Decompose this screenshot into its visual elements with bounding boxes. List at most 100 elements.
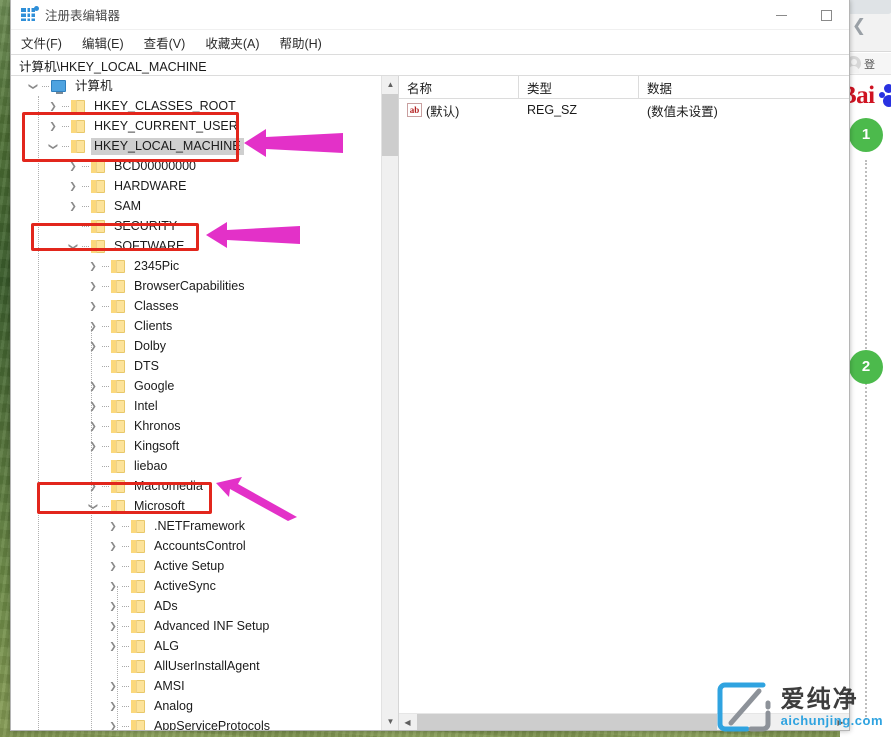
folder-icon bbox=[111, 440, 125, 453]
tree-connector bbox=[121, 576, 131, 596]
menu-item-help[interactable]: 帮助(H) bbox=[279, 33, 321, 52]
chevron-right-icon[interactable] bbox=[65, 176, 81, 196]
values-scrollbar-thumb[interactable] bbox=[417, 714, 717, 730]
tree-item-sam[interactable]: SAM bbox=[11, 196, 381, 216]
chevron-right-icon[interactable] bbox=[105, 556, 121, 576]
column-header-type[interactable]: 类型 bbox=[519, 76, 639, 99]
scroll-left-icon[interactable]: ◀ bbox=[399, 714, 416, 730]
menu-item-view[interactable]: 查看(V) bbox=[144, 33, 186, 52]
tree-item-software[interactable]: SOFTWARE bbox=[11, 236, 381, 256]
chevron-right-icon[interactable] bbox=[105, 536, 121, 556]
chevron-right-icon[interactable] bbox=[85, 336, 101, 356]
chevron-right-icon[interactable] bbox=[85, 416, 101, 436]
folder-icon bbox=[131, 680, 145, 693]
address-bar[interactable]: 计算机\HKEY_LOCAL_MACHINE bbox=[11, 54, 849, 76]
tree-item-macromedia[interactable]: Macromedia bbox=[11, 476, 381, 496]
tree-item-activesync[interactable]: ActiveSync bbox=[11, 576, 381, 596]
tree-item-appserviceprotocols[interactable]: AppServiceProtocols bbox=[11, 716, 381, 730]
value-row[interactable]: ab(默认)REG_SZ(数值未设置) bbox=[399, 99, 849, 121]
chevron-right-icon[interactable] bbox=[105, 716, 121, 730]
tree-item-clients[interactable]: Clients bbox=[11, 316, 381, 336]
chevron-right-icon[interactable] bbox=[105, 576, 121, 596]
tree-item-microsoft[interactable]: Microsoft bbox=[11, 496, 381, 516]
tree-item-2345pic[interactable]: 2345Pic bbox=[11, 256, 381, 276]
tree-item-intel[interactable]: Intel bbox=[11, 396, 381, 416]
tree-item-dts[interactable]: DTS bbox=[11, 356, 381, 376]
scroll-up-icon[interactable]: ▲ bbox=[382, 76, 399, 93]
chevron-right-icon[interactable] bbox=[85, 316, 101, 336]
tree-item-security[interactable]: SECURITY bbox=[11, 216, 381, 236]
tree-item-accountscontrol[interactable]: AccountsControl bbox=[11, 536, 381, 556]
tree-connector bbox=[121, 616, 131, 636]
chevron-down-icon[interactable] bbox=[85, 496, 101, 516]
menu-item-favorites[interactable]: 收藏夹(A) bbox=[205, 33, 259, 52]
tree-indent bbox=[11, 476, 85, 496]
chevron-right-icon[interactable] bbox=[85, 296, 101, 316]
registry-values-pane[interactable]: 名称 类型 数据 ab(默认)REG_SZ(数值未设置) ◀ ▶ bbox=[399, 76, 849, 730]
tree-item-netframework[interactable]: .NETFramework bbox=[11, 516, 381, 536]
tree-item-kingsoft[interactable]: Kingsoft bbox=[11, 436, 381, 456]
menu-item-edit[interactable]: 编辑(E) bbox=[82, 33, 124, 52]
tree-item-alg[interactable]: ALG bbox=[11, 636, 381, 656]
window-controls[interactable] bbox=[759, 0, 849, 30]
chevron-right-icon[interactable] bbox=[85, 376, 101, 396]
folder-icon bbox=[131, 640, 145, 653]
tree-item-hkey-current-user[interactable]: HKEY_CURRENT_USER bbox=[11, 116, 381, 136]
tree-item-hardware[interactable]: HARDWARE bbox=[11, 176, 381, 196]
tree-item-ads[interactable]: ADs bbox=[11, 596, 381, 616]
tree-item-browsercapabilities[interactable]: BrowserCapabilities bbox=[11, 276, 381, 296]
menu-item-file[interactable]: 文件(F) bbox=[21, 33, 62, 52]
tree-item-hkey-local-machine[interactable]: HKEY_LOCAL_MACHINE bbox=[11, 136, 381, 156]
chevron-right-icon[interactable] bbox=[65, 196, 81, 216]
tree-item-hkey-classes-root[interactable]: HKEY_CLASSES_ROOT bbox=[11, 96, 381, 116]
chevron-right-icon[interactable] bbox=[85, 256, 101, 276]
chevron-down-icon[interactable] bbox=[45, 136, 61, 156]
folder-icon bbox=[111, 340, 125, 353]
tree-item-[interactable]: 计算机 bbox=[11, 76, 381, 96]
chevron-right-icon[interactable] bbox=[85, 276, 101, 296]
tree-item-label: BrowserCapabilities bbox=[131, 278, 247, 295]
tree-item-label: ActiveSync bbox=[151, 578, 219, 595]
chevron-right-icon[interactable] bbox=[105, 596, 121, 616]
tree-scrollbar-thumb[interactable] bbox=[382, 94, 399, 156]
maximize-button[interactable] bbox=[804, 0, 849, 30]
menu-bar[interactable]: 文件(F) 编辑(E) 查看(V) 收藏夹(A) 帮助(H) bbox=[11, 30, 849, 54]
chevron-right-icon[interactable] bbox=[85, 476, 101, 496]
chevron-right-icon[interactable] bbox=[105, 676, 121, 696]
values-column-header[interactable]: 名称 类型 数据 bbox=[399, 76, 849, 99]
browser-tab[interactable] bbox=[846, 0, 891, 14]
tree-item-google[interactable]: Google bbox=[11, 376, 381, 396]
tree-connector bbox=[101, 376, 111, 396]
chevron-right-icon[interactable] bbox=[105, 636, 121, 656]
chevron-right-icon[interactable] bbox=[85, 436, 101, 456]
tree-item-classes[interactable]: Classes bbox=[11, 296, 381, 316]
title-bar[interactable]: 注册表编辑器 bbox=[11, 0, 849, 30]
column-header-data[interactable]: 数据 bbox=[639, 76, 849, 99]
tree-item-alluserinstallagent[interactable]: AllUserInstallAgent bbox=[11, 656, 381, 676]
tree-item-analog[interactable]: Analog bbox=[11, 696, 381, 716]
column-header-name[interactable]: 名称 bbox=[399, 76, 519, 99]
tree-item-dolby[interactable]: Dolby bbox=[11, 336, 381, 356]
chevron-right-icon[interactable] bbox=[105, 696, 121, 716]
chevron-right-icon[interactable] bbox=[45, 96, 61, 116]
watermark-cn-text: 爱纯净 bbox=[781, 687, 883, 713]
tree-item-liebao[interactable]: liebao bbox=[11, 456, 381, 476]
chevron-right-icon[interactable] bbox=[65, 156, 81, 176]
registry-tree-pane[interactable]: 计算机HKEY_CLASSES_ROOTHKEY_CURRENT_USERHKE… bbox=[11, 76, 399, 730]
registry-tree[interactable]: 计算机HKEY_CLASSES_ROOTHKEY_CURRENT_USERHKE… bbox=[11, 76, 381, 730]
tree-vertical-scrollbar[interactable]: ▲ ▼ bbox=[381, 76, 398, 730]
scroll-down-icon[interactable]: ▼ bbox=[382, 713, 399, 730]
chevron-down-icon[interactable] bbox=[65, 236, 81, 256]
registry-editor-window[interactable]: 注册表编辑器 文件(F) 编辑(E) 查看(V) 收藏夹(A) 帮助(H) 计算… bbox=[10, 0, 850, 731]
tree-indent bbox=[11, 236, 65, 256]
chevron-right-icon[interactable] bbox=[105, 516, 121, 536]
tree-item-active-setup[interactable]: Active Setup bbox=[11, 556, 381, 576]
tree-item-bcd00000000[interactable]: BCD00000000 bbox=[11, 156, 381, 176]
tree-item-advanced-inf-setup[interactable]: Advanced INF Setup bbox=[11, 616, 381, 636]
chevron-right-icon[interactable] bbox=[85, 396, 101, 416]
chevron-right-icon[interactable] bbox=[45, 116, 61, 136]
tree-item-amsi[interactable]: AMSI bbox=[11, 676, 381, 696]
minimize-button[interactable] bbox=[759, 0, 804, 30]
tree-item-khronos[interactable]: Khronos bbox=[11, 416, 381, 436]
chevron-right-icon[interactable] bbox=[105, 616, 121, 636]
